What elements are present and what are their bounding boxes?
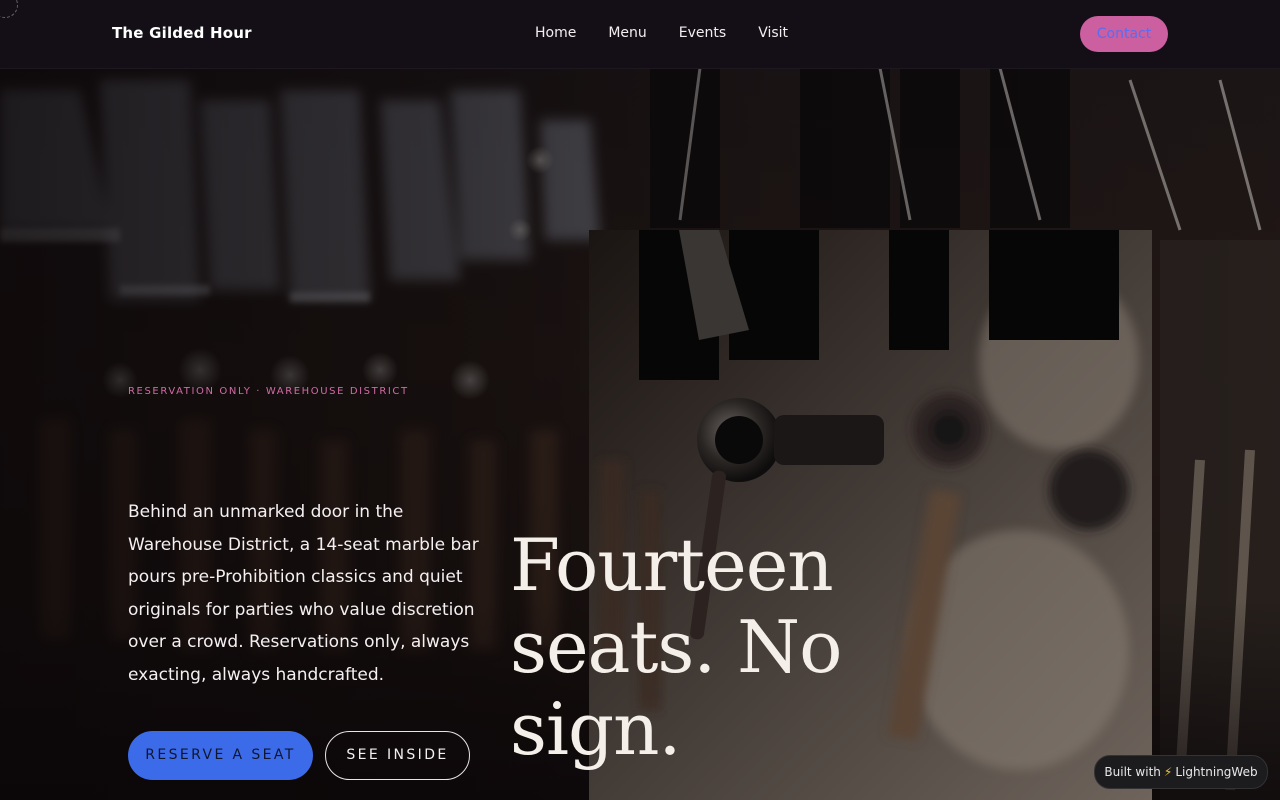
reserve-seat-button[interactable]: RESERVE A SEAT bbox=[128, 731, 313, 780]
nav-link-home[interactable]: Home bbox=[535, 25, 576, 41]
headline-line-1: Fourteen bbox=[510, 523, 834, 607]
badge-name: LightningWeb bbox=[1175, 765, 1258, 779]
built-with-badge[interactable]: Built with ⚡ LightningWeb bbox=[1094, 755, 1268, 789]
brand-logo-text[interactable]: The Gilded Hour bbox=[112, 24, 252, 42]
hero-description: Behind an unmarked door in the Warehouse… bbox=[128, 502, 479, 685]
hero-eyebrow: RESERVATION ONLY · WAREHOUSE DISTRICT bbox=[128, 386, 409, 397]
main-nav: Home Menu Events Visit bbox=[535, 25, 788, 41]
see-inside-button[interactable]: SEE INSIDE bbox=[325, 731, 470, 780]
nav-link-events[interactable]: Events bbox=[679, 25, 726, 41]
headline-line-2: seats. No bbox=[510, 605, 843, 689]
nav-link-menu[interactable]: Menu bbox=[608, 25, 646, 41]
site-header: The Gilded Hour Home Menu Events Visit C… bbox=[0, 0, 1280, 69]
headline-line-3: sign. bbox=[510, 687, 681, 771]
nav-link-visit[interactable]: Visit bbox=[758, 25, 788, 41]
hero-headline: Fourteen seats. No sign. bbox=[510, 524, 890, 770]
badge-prefix: Built with bbox=[1104, 765, 1161, 779]
lightning-bolt-icon: ⚡ bbox=[1163, 765, 1173, 779]
loading-spinner-icon bbox=[0, 0, 18, 18]
contact-button[interactable]: Contact bbox=[1080, 16, 1168, 52]
